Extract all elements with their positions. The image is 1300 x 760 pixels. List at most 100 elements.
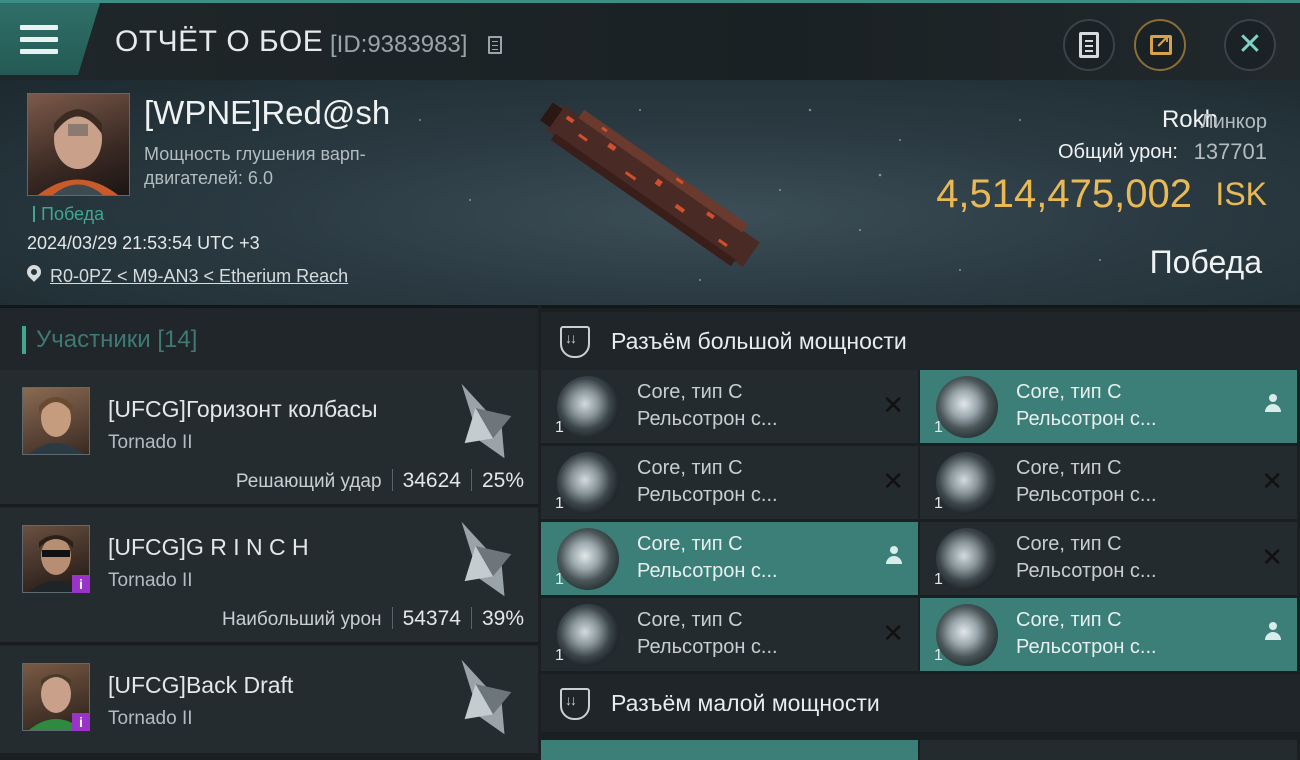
- participant-ship-image: [461, 383, 512, 459]
- participant-ship-image: [461, 521, 512, 597]
- fitting-module-partial[interactable]: [920, 740, 1297, 760]
- participant-avatar[interactable]: [22, 387, 90, 455]
- close-icon: ✕: [1237, 28, 1263, 61]
- module-type: Рельсотрон с...: [1016, 484, 1157, 506]
- module-name: Core, тип C: [1016, 533, 1122, 555]
- module-name: Core, тип C: [637, 609, 743, 631]
- stat-label: Решающий удар: [235, 471, 382, 492]
- module-quantity: 1: [555, 495, 564, 512]
- participants-header: Участники [14]: [0, 318, 538, 368]
- fitting-module[interactable]: 1 Core, тип C Рельсотрон с... ✕: [920, 522, 1297, 595]
- fitting-module[interactable]: 1 Core, тип C Рельсотрон с...: [920, 598, 1297, 671]
- stat-label: Наибольший урон: [221, 609, 382, 630]
- fitting-module[interactable]: 1 Core, тип C Рельсотрон с... ✕: [541, 446, 918, 519]
- destroyed-icon: ✕: [882, 618, 904, 648]
- destroyed-icon: ✕: [882, 466, 904, 496]
- participant-ship: Tornado II: [108, 708, 193, 729]
- participant-card[interactable]: i [UFCG]Back Draft Tornado II: [0, 646, 538, 753]
- participant-name[interactable]: [UFCG]G R I N C H: [108, 534, 309, 561]
- railgun-icon: [936, 452, 998, 514]
- participant-stat: Решающий удар 34624 25%: [236, 469, 524, 493]
- isk-value: 4,514,475,002: [936, 172, 1192, 216]
- info-badge[interactable]: i: [72, 713, 90, 731]
- share-button[interactable]: [1134, 19, 1186, 71]
- destroyed-icon: ✕: [1261, 542, 1283, 572]
- module-quantity: 1: [934, 571, 943, 588]
- fitting-module[interactable]: 1 Core, тип C Рельсотрон с...: [541, 522, 918, 595]
- victim-ship-image: [540, 102, 760, 268]
- dropped-user-icon: [886, 546, 902, 566]
- dropped-user-icon: [1265, 622, 1281, 642]
- participant-name[interactable]: [UFCG]Back Draft: [108, 672, 293, 699]
- module-name: Core, тип C: [637, 457, 743, 479]
- module-quantity: 1: [934, 495, 943, 512]
- fitting-panel[interactable]: Разъём большой мощности 1 Core, тип C Ре…: [541, 305, 1300, 760]
- close-button[interactable]: ✕: [1224, 19, 1276, 71]
- clipboard-icon: [1079, 32, 1099, 58]
- copy-icon[interactable]: [488, 36, 502, 54]
- top-bar: ОТЧЁТ О БОЕ [ID:9383983] ✕: [0, 0, 1300, 80]
- destroyed-icon: ✕: [882, 390, 904, 420]
- railgun-icon: [936, 376, 998, 438]
- module-quantity: 1: [555, 647, 564, 664]
- module-quantity: 1: [555, 571, 564, 588]
- status-badge: Победа: [33, 204, 104, 225]
- fitting-module[interactable]: 1 Core, тип C Рельсотрон с... ✕: [541, 598, 918, 671]
- module-type: Рельсотрон с...: [1016, 636, 1157, 658]
- participant-name[interactable]: [UFCG]Горизонт колбасы: [108, 396, 378, 423]
- total-damage-label: Общий урон:: [1058, 141, 1178, 163]
- pilot-portrait-icon: [29, 397, 83, 454]
- fitting-module[interactable]: 1 Core, тип C Рельсотрон с... ✕: [541, 370, 918, 443]
- low-slot-header: Разъём малой мощности: [541, 674, 1300, 732]
- module-name: Core, тип C: [1016, 609, 1122, 631]
- participant-damage: 34624: [402, 469, 461, 492]
- kill-location-link[interactable]: R0-0PZ < M9-AN3 < Etherium Reach: [50, 266, 348, 287]
- participant-percent: 39%: [481, 607, 524, 630]
- module-name: Core, тип C: [637, 381, 743, 403]
- participants-title: Участники [14]: [36, 326, 198, 353]
- module-quantity: 1: [934, 647, 943, 664]
- menu-button[interactable]: [0, 3, 100, 75]
- module-name: Core, тип C: [1016, 457, 1122, 479]
- participant-card[interactable]: [UFCG]Горизонт колбасы Tornado II Решающ…: [0, 370, 538, 507]
- victim-ship-class: Линкор: [1200, 111, 1267, 133]
- destroyed-icon: ✕: [1261, 466, 1283, 496]
- page-title: ОТЧЁТ О БОЕ: [115, 25, 324, 58]
- railgun-icon: [557, 452, 619, 514]
- module-quantity: 1: [934, 419, 943, 436]
- participants-panel[interactable]: Участники [14] [UFCG]Горизонт колбасы To…: [0, 305, 538, 753]
- fitting-module-partial[interactable]: [541, 740, 918, 760]
- participant-card[interactable]: i [UFCG]G R I N C H Tornado II Наибольши…: [0, 508, 538, 645]
- module-type: Рельсотрон с...: [637, 560, 778, 582]
- battle-result: Победа: [1149, 244, 1262, 280]
- module-name: Core, тип C: [1016, 381, 1122, 403]
- victim-pilot-name[interactable]: [WPNE]Red@sh: [144, 94, 390, 132]
- fitting-module[interactable]: 1 Core, тип C Рельсотрон с...: [920, 370, 1297, 443]
- participant-ship-image: [461, 659, 512, 735]
- module-name: Core, тип C: [637, 533, 743, 555]
- module-type: Рельсотрон с...: [637, 636, 778, 658]
- fitting-module[interactable]: 1 Core, тип C Рельсотрон с... ✕: [920, 446, 1297, 519]
- divider: [391, 469, 393, 491]
- railgun-icon: [936, 528, 998, 590]
- divider: [391, 607, 393, 629]
- railgun-icon: [557, 604, 619, 666]
- module-quantity: 1: [555, 419, 564, 436]
- participant-damage: 54374: [402, 607, 461, 630]
- section-marker: [22, 326, 26, 354]
- clipboard-button[interactable]: [1063, 19, 1115, 71]
- module-type: Рельсотрон с...: [1016, 560, 1157, 582]
- pilot-portrait-icon: [38, 109, 118, 195]
- railgun-icon: [557, 528, 619, 590]
- participant-stat: Наибольший урон 54374 39%: [222, 607, 524, 631]
- victim-summary: [WPNE]Red@sh Мощность глушения варп-двиг…: [0, 80, 1300, 305]
- module-type: Рельсотрон с...: [637, 408, 778, 430]
- info-badge[interactable]: i: [72, 575, 90, 593]
- participant-percent: 25%: [481, 469, 524, 492]
- victim-avatar[interactable]: [27, 93, 130, 196]
- low-slot-title: Разъём малой мощности: [611, 690, 880, 716]
- railgun-icon: [936, 604, 998, 666]
- participant-ship: Tornado II: [108, 570, 193, 591]
- module-type: Рельсотрон с...: [637, 484, 778, 506]
- high-slot-icon: [560, 326, 590, 358]
